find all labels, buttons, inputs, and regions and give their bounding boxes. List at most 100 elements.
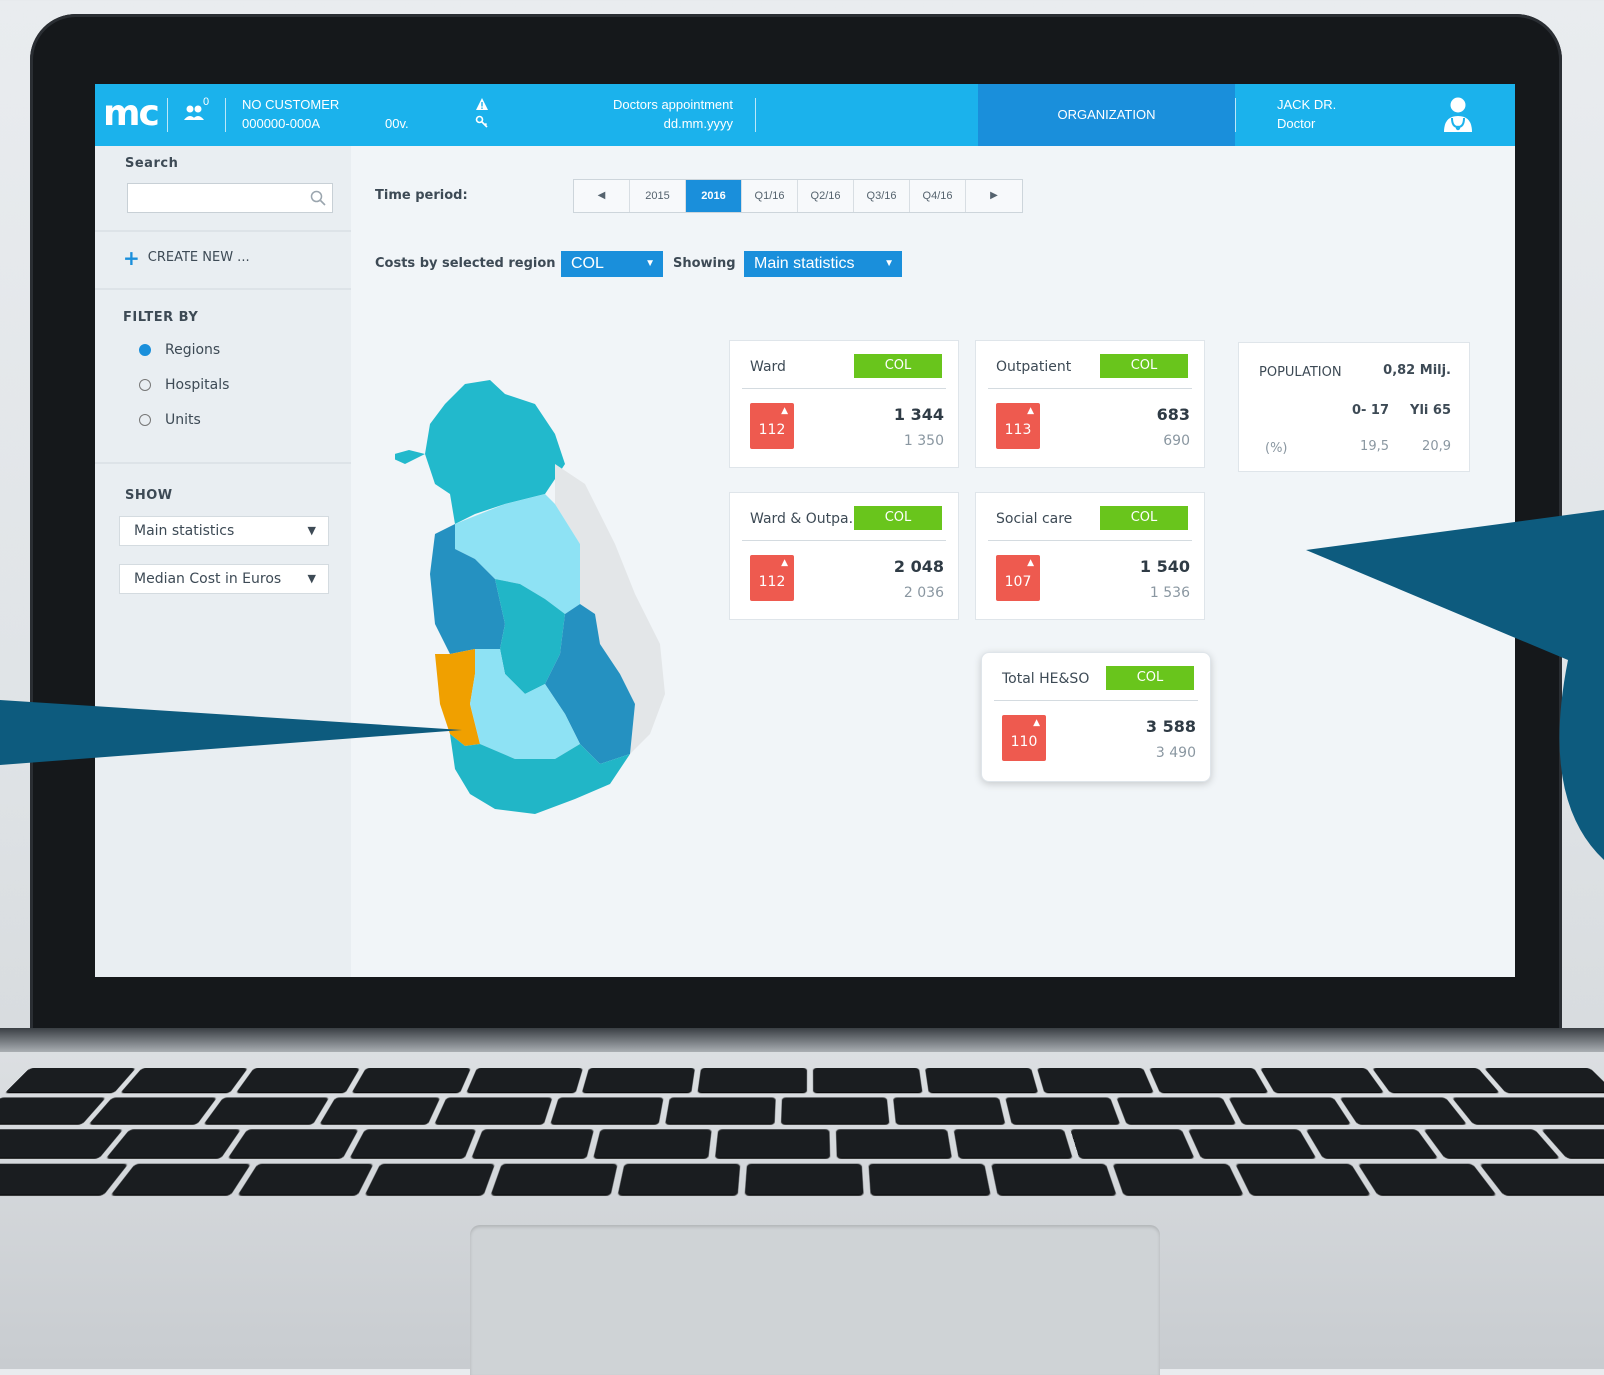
- laptop-keyboard: [0, 1068, 1604, 1208]
- rank-badge: ▲ 110: [1002, 715, 1046, 761]
- card-compare-value: 690: [1163, 433, 1190, 449]
- card-title: Ward: [750, 359, 786, 375]
- showing-select[interactable]: Main statistics ▼: [744, 251, 902, 277]
- card-title: Social care: [996, 511, 1073, 527]
- period-2015[interactable]: 2015: [630, 180, 686, 212]
- region-badge: COL: [1100, 506, 1188, 530]
- appointment-date: dd.mm.yyyy: [663, 116, 733, 131]
- region-select[interactable]: COL ▼: [561, 251, 663, 277]
- divider: [167, 98, 168, 132]
- divider: [988, 540, 1192, 541]
- warning-icon[interactable]: [475, 97, 489, 111]
- period-q3[interactable]: Q3/16: [854, 180, 910, 212]
- rank-badge: ▲ 112: [750, 555, 794, 601]
- prev-period-button[interactable]: ◀: [574, 180, 630, 212]
- time-period-selector: ◀ 2015 2016 Q1/16 Q2/16 Q3/16 Q4/16 ▶: [573, 179, 1023, 213]
- users-icon[interactable]: [183, 104, 205, 122]
- card-title: Total HE&SO: [1002, 671, 1090, 687]
- arrow-up-icon: ▲: [1027, 406, 1034, 416]
- card-compare-value: 1 536: [1149, 585, 1190, 601]
- show-cost-select[interactable]: Median Cost in Euros ▼: [119, 564, 329, 594]
- arrow-up-icon: ▲: [781, 558, 788, 568]
- divider: [95, 288, 351, 290]
- rank-value: 110: [1010, 734, 1038, 750]
- select-value: Main statistics: [134, 523, 235, 539]
- divider: [95, 230, 351, 232]
- divider: [1235, 98, 1236, 132]
- stat-card-ward[interactable]: Ward COL ▲ 112 1 344 1 350: [729, 340, 959, 468]
- users-count: 0: [203, 96, 210, 108]
- card-compare-value: 2 036: [903, 585, 944, 601]
- search-icon[interactable]: [310, 190, 326, 206]
- search-label: Search: [125, 156, 179, 171]
- arrow-up-icon: ▲: [1033, 718, 1040, 728]
- divider: [988, 388, 1192, 389]
- organization-tab[interactable]: ORGANIZATION: [978, 84, 1235, 146]
- rank-badge: ▲ 107: [996, 555, 1040, 601]
- search-input[interactable]: [127, 183, 333, 213]
- top-bar: mc 0 NO CUSTOMER 000000-000A 00v. Doctor…: [95, 84, 1515, 146]
- divider: [755, 98, 756, 132]
- showing-label: Showing: [673, 256, 736, 271]
- rank-badge: ▲ 113: [996, 403, 1040, 449]
- filter-label: Units: [165, 412, 201, 428]
- stat-card-total[interactable]: Total HE&SO COL ▲ 110 3 588 3 490: [981, 652, 1211, 782]
- rank-badge: ▲ 112: [750, 403, 794, 449]
- stat-card-social-care[interactable]: Social care COL ▲ 107 1 540 1 536: [975, 492, 1205, 620]
- card-compare-value: 1 350: [903, 433, 944, 449]
- filter-regions[interactable]: Regions: [139, 342, 220, 358]
- radio-icon: [139, 414, 151, 426]
- appointment-title[interactable]: Doctors appointment: [585, 97, 733, 112]
- doctor-icon[interactable]: [1440, 96, 1476, 134]
- time-period-label: Time period:: [375, 188, 468, 203]
- card-compare-value: 3 490: [1155, 745, 1196, 761]
- stat-card-ward-outpatient[interactable]: Ward & Outpa. COL ▲ 112 2 048 2 036: [729, 492, 959, 620]
- period-q4[interactable]: Q4/16: [910, 180, 966, 212]
- customer-id: 000000-000A: [242, 116, 321, 131]
- create-new-button[interactable]: + CREATE NEW ...: [123, 248, 250, 268]
- caret-down-icon: ▼: [307, 572, 316, 585]
- region-map[interactable]: [395, 374, 695, 834]
- app-logo[interactable]: mc: [103, 94, 161, 134]
- card-value: 2 048: [893, 557, 944, 576]
- ov-label: 00v.: [385, 116, 409, 131]
- user-name[interactable]: JACK DR.: [1277, 97, 1336, 112]
- key-icon[interactable]: [475, 115, 489, 129]
- caret-down-icon: ▼: [645, 258, 655, 269]
- region-badge: COL: [1100, 354, 1188, 378]
- costs-label: Costs by selected region: [375, 256, 556, 271]
- sidebar: Search + CREATE NEW ... FILTER BY Region…: [95, 146, 351, 977]
- divider: [742, 388, 946, 389]
- arrow-left-icon: ◀: [597, 190, 606, 201]
- arrow-up-icon: ▲: [781, 406, 788, 416]
- next-period-button[interactable]: ▶: [966, 180, 1022, 212]
- filter-units[interactable]: Units: [139, 412, 201, 428]
- population-row-label: (%): [1265, 441, 1288, 456]
- divider: [225, 98, 226, 132]
- card-title: Outpatient: [996, 359, 1072, 375]
- caret-down-icon: ▼: [884, 258, 894, 269]
- app-screen: mc 0 NO CUSTOMER 000000-000A 00v. Doctor…: [95, 84, 1515, 977]
- laptop-trackpad: [470, 1225, 1160, 1375]
- arrow-up-icon: ▲: [1027, 558, 1034, 568]
- card-value: 3 588: [1145, 717, 1196, 736]
- period-q1[interactable]: Q1/16: [742, 180, 798, 212]
- show-label: SHOW: [125, 488, 173, 503]
- select-value: Main statistics: [754, 255, 855, 272]
- customer-name[interactable]: NO CUSTOMER: [242, 97, 339, 112]
- divider: [95, 462, 351, 464]
- region-badge: COL: [854, 506, 942, 530]
- filter-label: Regions: [165, 342, 221, 358]
- period-2016[interactable]: 2016: [686, 180, 742, 212]
- caret-down-icon: ▼: [307, 524, 316, 537]
- filter-hospitals[interactable]: Hospitals: [139, 377, 229, 393]
- filter-by-label: FILTER BY: [123, 310, 199, 325]
- period-q2[interactable]: Q2/16: [798, 180, 854, 212]
- show-statistics-select[interactable]: Main statistics ▼: [119, 516, 329, 546]
- region-badge: COL: [1106, 666, 1194, 690]
- card-value: 1 540: [1139, 557, 1190, 576]
- population-card: POPULATION 0,82 Milj. 0- 17 Yli 65 (%) 1…: [1238, 342, 1470, 472]
- stat-card-outpatient[interactable]: Outpatient COL ▲ 113 683 690: [975, 340, 1205, 468]
- radio-icon: [139, 379, 151, 391]
- population-val-2: 20,9: [1422, 439, 1451, 454]
